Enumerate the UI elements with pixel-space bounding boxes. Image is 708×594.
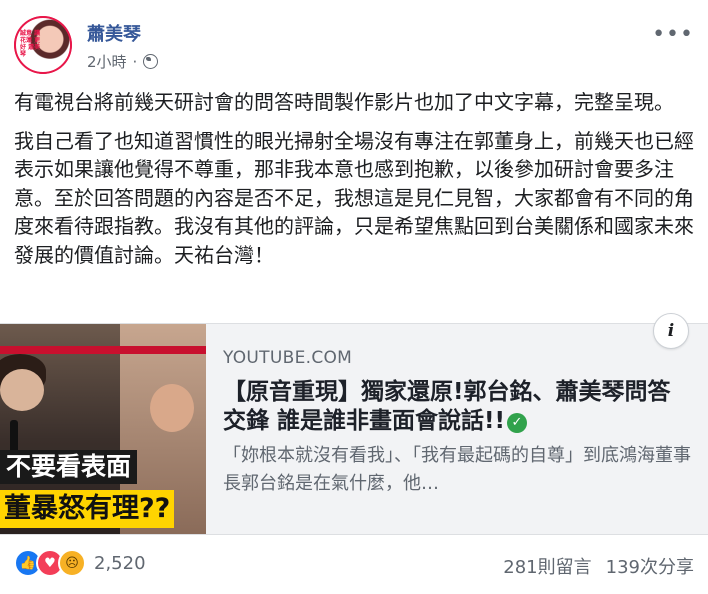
reactions-summary[interactable]: 👍 ♥ ☹ 2,520 xyxy=(14,549,146,577)
reaction-count[interactable]: 2,520 xyxy=(94,553,146,574)
sad-icon: ☹ xyxy=(58,549,86,577)
share-count[interactable]: 139次分享 xyxy=(606,553,694,579)
more-options-icon[interactable]: ••• xyxy=(652,22,694,47)
post-paragraph: 我自己看了也知道習慣性的眼光掃射全場沒有專注在郭董身上，前幾天也已經表示如果讓他… xyxy=(14,128,694,267)
post-footer: 👍 ♥ ☹ 2,520 281則留言 139次分享 xyxy=(14,545,694,581)
link-title[interactable]: 【原音重現】獨家還原!郭台銘、蕭美琴問答交鋒 誰是誰非畫面會說話!! ✓ xyxy=(223,378,693,436)
post-paragraph: 有電視台將前幾天研討會的問答時間製作影片也加了中文字幕，完整呈現。 xyxy=(14,90,674,114)
info-icon[interactable]: i xyxy=(653,313,689,349)
engagement-counts: 281則留言 139次分享 xyxy=(503,553,694,579)
avatar-logo-text: 誠意 讓花蓮 更好 蕭美琴 xyxy=(20,30,41,58)
thumbnail-caption-bottom: 董暴怒有理?? xyxy=(0,490,175,528)
post-text: 有電視台將前幾天研討會的問答時間製作影片也加了中文字幕，完整呈現。 我自己看了也… xyxy=(14,88,694,279)
thumbnail-person-right xyxy=(150,384,194,432)
link-preview-card[interactable]: 不要看表面 董暴怒有理?? YOUTUBE.COM 【原音重現】獨家還原!郭台銘… xyxy=(0,323,708,535)
author-name[interactable]: 蕭美琴 xyxy=(87,20,141,46)
video-thumbnail[interactable]: 不要看表面 董暴怒有理?? xyxy=(0,324,206,534)
globe-icon[interactable] xyxy=(143,54,159,69)
link-description: 「妳根本就沒有看我」、「我有最起碼的自尊」到底鴻海董事長郭台銘是在氣什麼，他… xyxy=(223,445,691,494)
link-source: YOUTUBE.COM xyxy=(223,348,353,368)
thumbnail-band xyxy=(0,346,206,354)
comment-count[interactable]: 281則留言 xyxy=(503,553,591,579)
post-header: 誠意 讓花蓮 更好 蕭美琴 蕭美琴 2小時 · ••• xyxy=(14,14,694,80)
thumbnail-person-left xyxy=(0,369,44,411)
post-meta: 2小時 · xyxy=(87,51,159,72)
avatar[interactable]: 誠意 讓花蓮 更好 蕭美琴 xyxy=(14,16,72,74)
meta-separator: · xyxy=(132,52,138,71)
thumbnail-caption-top: 不要看表面 xyxy=(0,450,138,484)
link-title-text: 【原音重現】獨家還原!郭台銘、蕭美琴問答交鋒 誰是誰非畫面會說話!! xyxy=(223,379,671,434)
post-time[interactable]: 2小時 xyxy=(87,51,127,72)
link-card-body[interactable]: YOUTUBE.COM 【原音重現】獨家還原!郭台銘、蕭美琴問答交鋒 誰是誰非畫… xyxy=(223,348,693,498)
check-icon: ✓ xyxy=(507,413,527,433)
